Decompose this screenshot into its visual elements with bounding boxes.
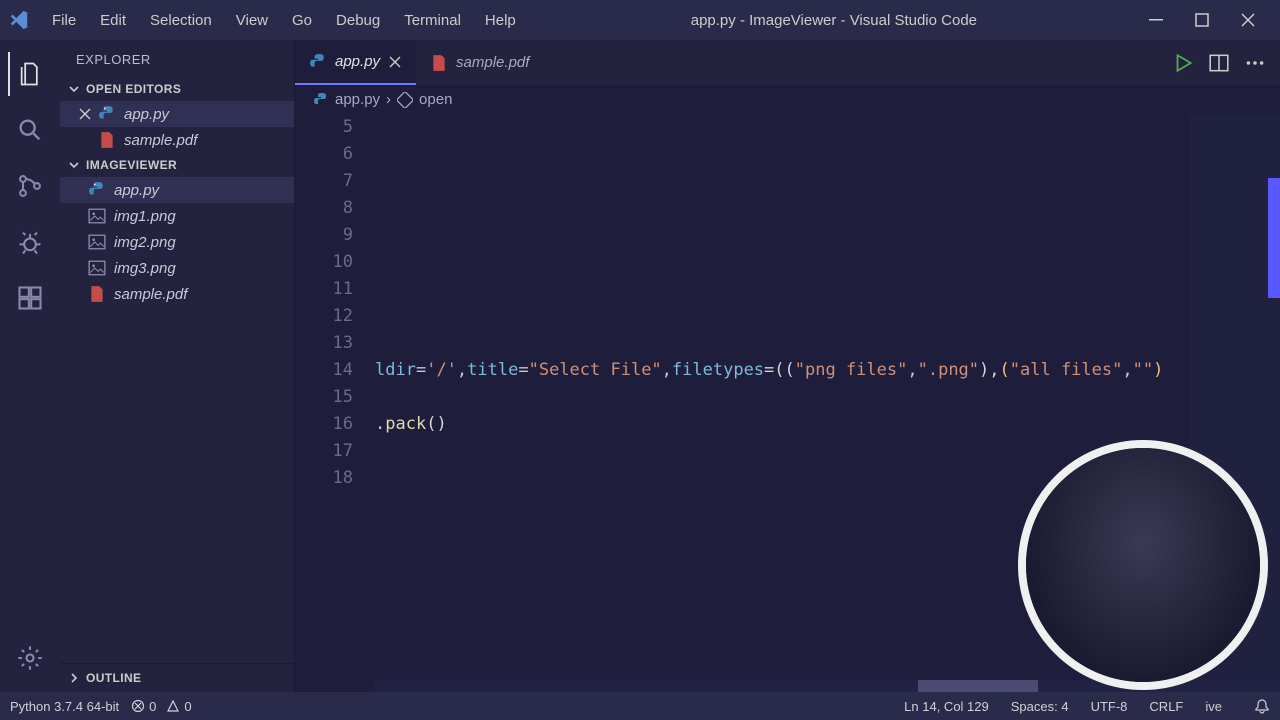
- status-problems[interactable]: 0 0: [131, 699, 191, 714]
- status-python[interactable]: Python 3.7.4 64-bit: [10, 699, 119, 714]
- tab-label: sample.pdf: [456, 54, 529, 71]
- minimap-scroll-indicator[interactable]: [1268, 178, 1280, 298]
- project-header[interactable]: IMAGEVIEWER: [60, 153, 294, 177]
- sidebar: EXPLORER OPEN EDITORS app.py sample.pdf …: [60, 40, 295, 692]
- open-editors-header[interactable]: OPEN EDITORS: [60, 77, 294, 101]
- bell-icon[interactable]: [1254, 698, 1270, 714]
- file-name: img1.png: [114, 208, 176, 225]
- minimize-button[interactable]: [1142, 6, 1170, 34]
- breadcrumb-symbol: open: [419, 91, 452, 108]
- run-icon[interactable]: [1172, 52, 1194, 74]
- activity-extensions[interactable]: [8, 276, 52, 320]
- file-name: app.py: [114, 182, 159, 199]
- menu-file[interactable]: File: [42, 8, 86, 33]
- window-controls: [1142, 6, 1272, 34]
- symbol-icon: [397, 92, 413, 108]
- activity-settings[interactable]: [8, 636, 52, 680]
- python-icon: [88, 181, 106, 199]
- status-bar: Python 3.7.4 64-bit 0 0 Ln 14, Col 129 S…: [0, 692, 1280, 720]
- file-tree-item[interactable]: img1.png: [60, 203, 294, 229]
- file-name: sample.pdf: [114, 286, 187, 303]
- file-name: sample.pdf: [124, 132, 197, 149]
- pdf-icon: [430, 54, 448, 72]
- menu-terminal[interactable]: Terminal: [394, 8, 471, 33]
- close-button[interactable]: [1234, 6, 1262, 34]
- file-tree-item[interactable]: img2.png: [60, 229, 294, 255]
- project-label: IMAGEVIEWER: [86, 158, 177, 172]
- menu-go[interactable]: Go: [282, 8, 322, 33]
- activity-debug[interactable]: [8, 220, 52, 264]
- activity-source-control[interactable]: [8, 164, 52, 208]
- tab-app-py[interactable]: app.py: [295, 40, 416, 85]
- editor-tabs: app.py sample.pdf: [295, 40, 1280, 85]
- open-editor-item[interactable]: app.py: [60, 101, 294, 127]
- menu-edit[interactable]: Edit: [90, 8, 136, 33]
- scrollbar-thumb[interactable]: [918, 680, 1038, 692]
- menu-debug[interactable]: Debug: [326, 8, 390, 33]
- chevron-right-icon: [66, 670, 82, 686]
- pdf-icon: [88, 285, 106, 303]
- pdf-icon: [98, 131, 116, 149]
- title-bar: File Edit Selection View Go Debug Termin…: [0, 0, 1280, 40]
- webcam-overlay: [1018, 440, 1268, 690]
- status-cursor[interactable]: Ln 14, Col 129: [904, 699, 989, 714]
- tab-sample-pdf[interactable]: sample.pdf: [416, 40, 543, 85]
- image-icon: [88, 233, 106, 251]
- breadcrumb-file: app.py: [335, 91, 380, 108]
- image-icon: [88, 207, 106, 225]
- breadcrumb[interactable]: app.py › open: [295, 85, 1280, 114]
- window-title: app.py - ImageViewer - Visual Studio Cod…: [526, 12, 1142, 29]
- image-icon: [88, 259, 106, 277]
- activity-explorer[interactable]: [8, 52, 52, 96]
- chevron-down-icon: [66, 157, 82, 173]
- close-icon[interactable]: [388, 55, 402, 69]
- file-tree-item[interactable]: img3.png: [60, 255, 294, 281]
- chevron-right-icon: ›: [386, 91, 391, 108]
- open-editor-item[interactable]: sample.pdf: [60, 127, 294, 153]
- menu-bar: File Edit Selection View Go Debug Termin…: [42, 8, 526, 33]
- editor-actions: [1172, 40, 1280, 85]
- maximize-button[interactable]: [1188, 6, 1216, 34]
- error-count: 0: [149, 699, 156, 714]
- activity-search[interactable]: [8, 108, 52, 152]
- python-icon: [309, 53, 327, 71]
- chevron-down-icon: [66, 81, 82, 97]
- open-editors-label: OPEN EDITORS: [86, 82, 181, 96]
- status-eol[interactable]: CRLF: [1149, 699, 1183, 714]
- menu-selection[interactable]: Selection: [140, 8, 222, 33]
- menu-help[interactable]: Help: [475, 8, 526, 33]
- split-editor-icon[interactable]: [1208, 52, 1230, 74]
- tab-label: app.py: [335, 53, 380, 70]
- file-name: img2.png: [114, 234, 176, 251]
- python-icon: [313, 92, 329, 108]
- file-tree-item[interactable]: sample.pdf: [60, 281, 294, 307]
- activity-bar: [0, 40, 60, 692]
- python-icon: [98, 105, 116, 123]
- status-live[interactable]: ive: [1205, 699, 1222, 714]
- vscode-logo-icon: [8, 9, 30, 31]
- file-name: app.py: [124, 106, 169, 123]
- status-spaces[interactable]: Spaces: 4: [1011, 699, 1069, 714]
- close-icon[interactable]: [78, 107, 92, 121]
- sidebar-title: EXPLORER: [60, 40, 294, 77]
- file-tree-item[interactable]: app.py: [60, 177, 294, 203]
- warning-count: 0: [184, 699, 191, 714]
- file-name: img3.png: [114, 260, 176, 277]
- menu-view[interactable]: View: [226, 8, 278, 33]
- outline-label: OUTLINE: [86, 671, 141, 685]
- status-encoding[interactable]: UTF-8: [1091, 699, 1128, 714]
- more-icon[interactable]: [1244, 52, 1266, 74]
- outline-header[interactable]: OUTLINE: [60, 663, 294, 692]
- line-gutter: 56789101112131415161718: [295, 114, 375, 692]
